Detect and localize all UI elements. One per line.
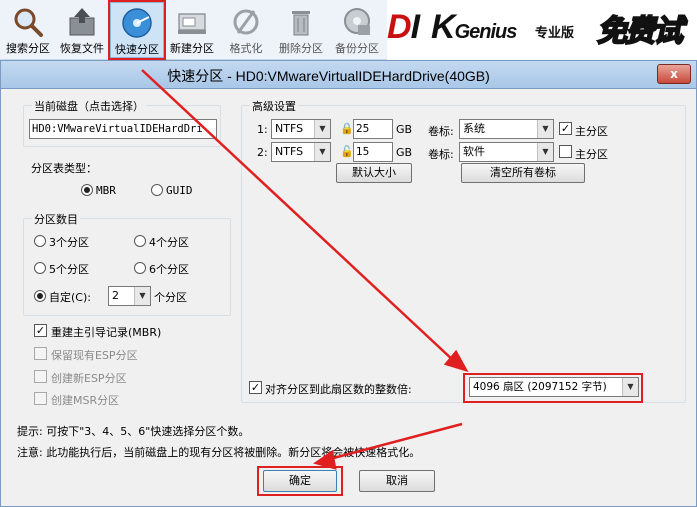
arrow-to-ok-head xyxy=(313,449,337,470)
annotation-arrows xyxy=(141,69,469,470)
arrow-to-ok xyxy=(325,422,463,462)
arrow-to-alignment xyxy=(141,69,456,363)
